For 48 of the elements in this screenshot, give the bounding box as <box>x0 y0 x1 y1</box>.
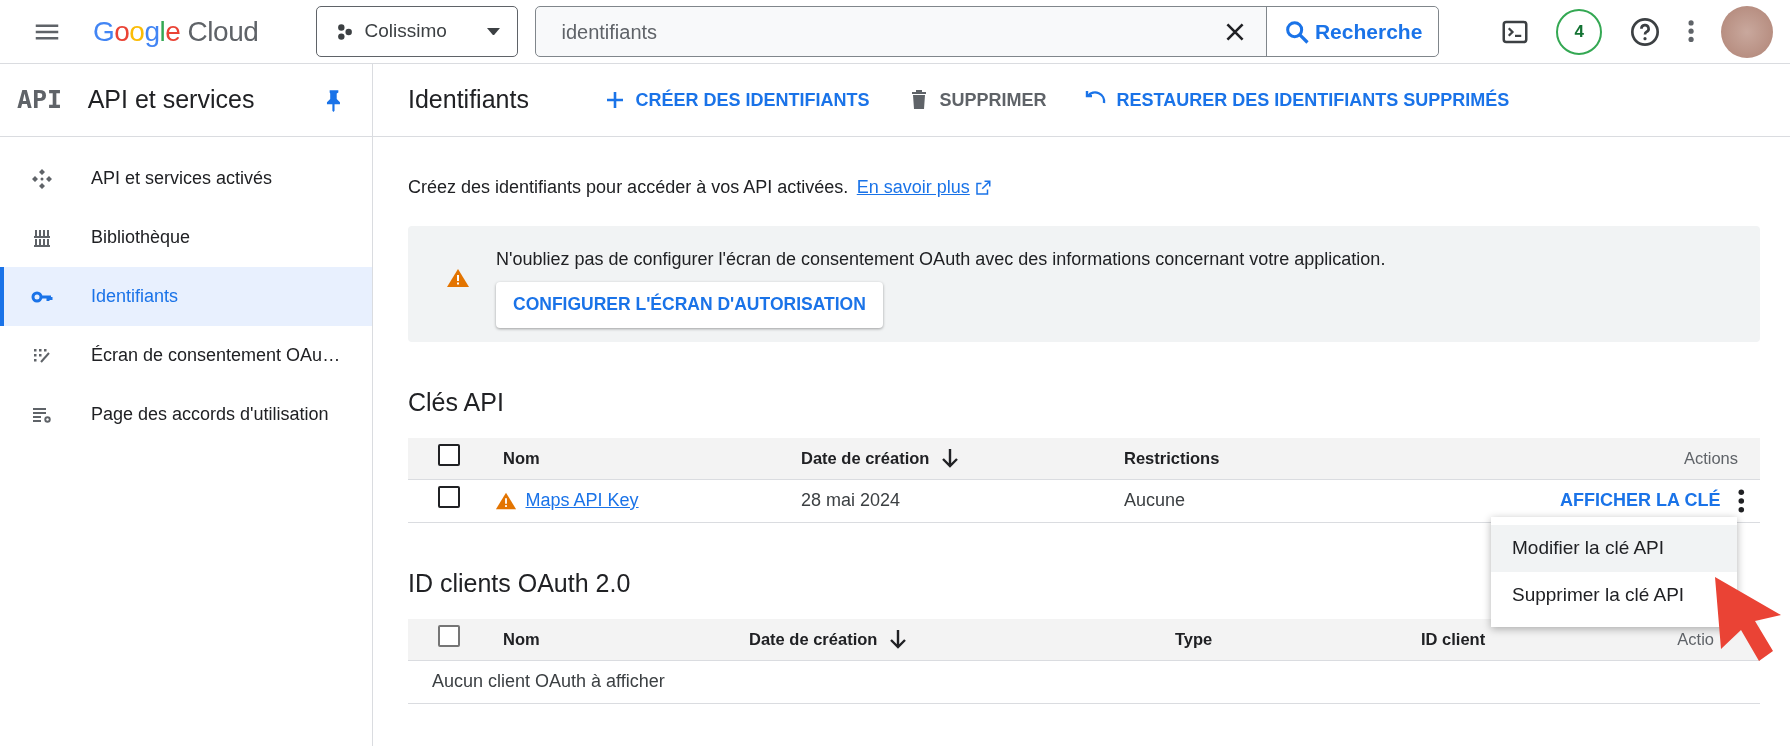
search-input[interactable]: identifiants <box>536 15 1221 48</box>
column-header[interactable]: Date de création <box>749 626 878 652</box>
sidebar-item[interactable]: API et services activés <box>0 149 372 208</box>
search-button[interactable]: Recherche <box>1266 7 1438 56</box>
page-title: Identifiants <box>408 84 529 116</box>
configure-button[interactable]: CONFIGURER L'ÉCRAN D'AUTORISATION <box>496 281 883 328</box>
sidebar-item[interactable]: Écran de consentement OAu… <box>0 326 372 385</box>
alert-text: N'oubliez pas de configurer l'écran de consentement OAuth avec des informations concernant votre application. <box>496 248 1386 271</box>
more-button[interactable] <box>1737 487 1746 514</box>
learn-more-link[interactable]: En savoir plus <box>856 174 970 201</box>
column-header: Nom <box>503 628 540 650</box>
caret-icon <box>487 27 500 36</box>
show-key-button[interactable]: AFFICHER LA CLÉ <box>1560 487 1721 514</box>
column-header: Actions <box>1683 447 1738 469</box>
section-heading: ID clients OAuth 2.0 <box>408 567 631 598</box>
sidebar-item[interactable]: Identifiants <box>0 267 372 326</box>
more-button[interactable] <box>1687 19 1696 44</box>
row-checkbox[interactable] <box>438 485 460 508</box>
menu-item[interactable]: Modifier la clé API <box>1491 525 1737 572</box>
column-header: Restrictions <box>1124 447 1220 469</box>
external-link-icon <box>974 178 993 197</box>
avatar[interactable] <box>1721 5 1773 58</box>
table-cell-text: 28 mai 2024 <box>801 489 901 512</box>
more-icon <box>1738 488 1745 513</box>
project-selector[interactable]: Colissimo <box>316 6 518 57</box>
restore-button[interactable]: RESTAURER DES IDENTIFIANTS SUPPRIMÉS <box>1077 85 1516 115</box>
create-button[interactable]: CRÉER DES IDENTIFIANTS <box>596 85 876 115</box>
column-header: Actio <box>1677 628 1714 650</box>
sidebar-item[interactable]: Page des accords d'utilisation <box>0 385 372 444</box>
help-icon <box>1628 15 1661 48</box>
column-header: Type <box>1175 628 1213 650</box>
table-cell-text: Aucune <box>1124 489 1186 512</box>
logo[interactable]: Google Cloud <box>93 10 299 53</box>
more-icon <box>1688 20 1695 43</box>
key-name-link[interactable]: Maps API Key <box>525 487 639 514</box>
intro-text: Créez des identifiants pour accéder à vos API activées. <box>408 176 849 199</box>
column-header: ID client <box>1421 628 1486 650</box>
column-header: Nom <box>503 447 540 469</box>
diamond-icon <box>30 166 54 191</box>
section-title: API et services <box>87 84 255 116</box>
notification-badge[interactable]: 4 <box>1556 8 1603 55</box>
sidebar-item[interactable]: Bibliothèque <box>0 208 372 267</box>
empty-message: Aucun client OAuth à afficher <box>432 670 665 693</box>
section-heading: Clés API <box>408 386 504 417</box>
search-field[interactable]: identifiants Recherche <box>535 6 1439 57</box>
api-logo: API <box>17 84 63 117</box>
column-header[interactable]: Date de création <box>801 445 930 471</box>
select-all-checkbox[interactable] <box>438 443 460 466</box>
